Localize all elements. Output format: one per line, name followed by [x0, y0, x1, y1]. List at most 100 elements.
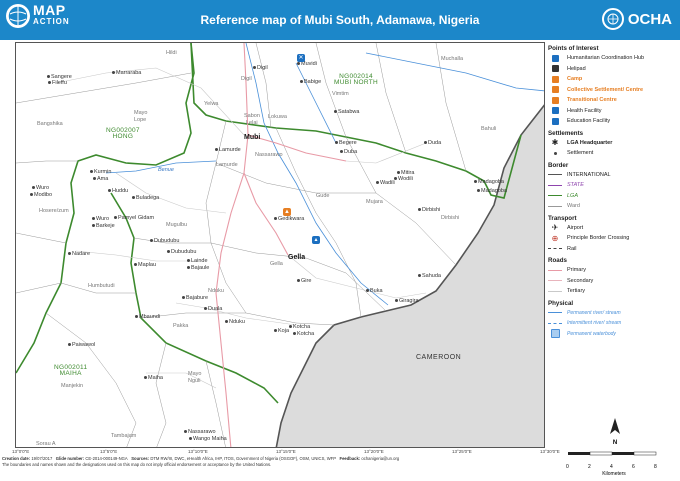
settlement-label[interactable]: Maiha — [148, 375, 163, 381]
settlement-label[interactable]: Duala — [208, 306, 222, 312]
settlement-label[interactable]: Satabwa — [338, 109, 359, 115]
settlement-label[interactable]: Mitira — [401, 170, 414, 176]
legend-airport: ✈ Airport — [548, 223, 678, 234]
footer-feedback-label: Feedback: — [339, 456, 361, 461]
settlement-label[interactable]: Manjekin — [61, 383, 83, 389]
settlement-label[interactable]: Dirbishi — [441, 215, 459, 221]
settlement-label[interactable]: Nassarawo — [188, 429, 216, 435]
longitude-tick: 13°10'0"E — [188, 449, 208, 454]
settlement-label[interactable]: Koja — [278, 328, 289, 334]
settlement-label[interactable]: Yelwa — [204, 101, 218, 107]
settlement-label[interactable]: Babige — [304, 79, 321, 85]
settlement-label[interactable]: Dubudubu — [171, 249, 196, 255]
settlement-label[interactable]: Wodili — [398, 176, 413, 182]
settlement-label[interactable]: Digil — [257, 65, 268, 71]
settlement-label[interactable]: Barkeje — [96, 223, 115, 229]
settlement-label[interactable]: Lamurde — [219, 147, 241, 153]
education-icon[interactable]: ▴ — [312, 236, 320, 244]
lga-hq-label[interactable]: Gella — [288, 254, 305, 261]
settlement-label[interactable]: Hosere/zum — [39, 208, 69, 214]
settlement-label[interactable]: Fileffu — [52, 80, 67, 86]
north-arrow: N — [608, 418, 622, 446]
settlement-label[interactable]: Marraraba — [116, 70, 141, 76]
settlement-label[interactable]: Lokuwa — [268, 114, 287, 120]
settlement-label[interactable]: Mugulbu — [166, 222, 187, 228]
settlement-label[interactable]: Gedikwara — [278, 216, 304, 222]
settlement-label[interactable]: Pamyel Gidam — [118, 215, 154, 221]
settlement-label[interactable]: Tambajam — [111, 433, 136, 439]
north-arrow-icon — [610, 418, 620, 434]
settlement-label[interactable]: Maplau — [138, 262, 156, 268]
settlement-label[interactable]: Duba — [344, 149, 357, 155]
settlement-label[interactable]: Nassarawo — [255, 152, 283, 158]
settlement-label[interactable]: Nduku — [208, 288, 224, 294]
settlement-dot — [297, 62, 300, 65]
legend-poi-list: Humanitarian Coordination Hub Helipad Camp… — [548, 53, 678, 127]
settlement-label[interactable]: Huddu — [112, 188, 128, 194]
legend-settlement: Settlement — [548, 148, 678, 159]
settlement-label[interactable]: Lelai — [246, 120, 258, 126]
legend-poi-title: Points of Interest — [548, 45, 599, 52]
settlement-label[interactable]: Dirbishi — [422, 207, 440, 213]
settlement-label[interactable]: Ama — [97, 176, 108, 182]
settlement-label[interactable]: Wadili — [380, 180, 395, 186]
settlement-dot — [68, 252, 71, 255]
settlement-label[interactable]: Madagoba — [481, 188, 507, 194]
settlement-label[interactable]: Gude — [316, 193, 329, 199]
settlement-label[interactable]: Buladega — [136, 195, 159, 201]
settlement-dot — [293, 332, 296, 335]
settlement-label[interactable]: Pakka — [173, 323, 188, 329]
camp-icon[interactable]: ▲ — [283, 208, 291, 216]
settlement-label[interactable]: Lamurde — [216, 162, 238, 168]
settlement-label[interactable]: Wango Maiha — [193, 436, 227, 442]
settlement-label[interactable]: Giragira — [399, 298, 419, 304]
settlement-label[interactable]: Lainde — [191, 258, 208, 264]
settlement-label[interactable]: Nadare — [72, 251, 90, 257]
settlement-label[interactable]: Bajabure — [186, 295, 208, 301]
footer-feedback-email[interactable]: ochanigeria@un.org — [361, 456, 399, 461]
settlement-label[interactable]: Sabon — [244, 113, 260, 119]
map-frame[interactable]: Muvidi Digil Digil Babige Marraraba Sangere Fi… — [15, 42, 545, 448]
settlement-dot — [225, 320, 228, 323]
settlement-label[interactable]: Hildi — [166, 50, 177, 56]
settlement-label[interactable]: Madagoba — [478, 179, 504, 185]
settlement-label[interactable]: Dubudubu — [154, 238, 179, 244]
settlement-label[interactable]: Kurmin — [94, 169, 111, 175]
settlement-label[interactable]: Sahuda — [422, 273, 441, 279]
footer-creation-date: 19/07/2017 — [31, 456, 53, 461]
settlement-label[interactable]: Duda — [428, 140, 441, 146]
legend-poi-row: Camp — [548, 74, 678, 85]
settlement-label[interactable]: Digil — [241, 76, 252, 82]
settlement-label[interactable]: Humbutudi — [88, 283, 115, 289]
settlement-label[interactable]: Lope — [134, 117, 146, 123]
settlement-label[interactable]: Buka — [370, 288, 383, 294]
settlement-label[interactable]: Muchalla — [441, 56, 463, 62]
legend-border-crossing: ⊕ Principle Border Crossing — [548, 233, 678, 244]
legend-primary: Primary — [548, 265, 678, 276]
settlement-label[interactable]: Kotcha — [293, 324, 310, 330]
hub-icon[interactable]: ✕ — [297, 54, 305, 62]
settlement-label[interactable]: Mujara — [366, 199, 383, 205]
settlement-label[interactable]: Sorau A — [36, 441, 56, 447]
settlement-label[interactable]: Wuro — [96, 216, 109, 222]
settlement-label[interactable]: Bahuli — [481, 126, 496, 132]
settlement-label[interactable]: Modibo — [34, 192, 52, 198]
settlement-label[interactable]: Kotcha — [297, 331, 314, 337]
settlement-label[interactable]: Mayo — [134, 110, 147, 116]
settlement-label[interactable]: Paiwawol — [72, 342, 95, 348]
latitude-tick: 10°15'0"N — [0, 154, 1, 174]
settlement-label[interactable]: Bangshika — [37, 121, 63, 127]
settlement-label[interactable]: Nguli — [188, 378, 201, 384]
settlement-label[interactable]: Gire — [301, 278, 311, 284]
settlement-label[interactable]: Nduku — [229, 319, 245, 325]
settlement-label[interactable]: Gella — [270, 261, 283, 267]
lga-hq-label[interactable]: Mubi — [244, 134, 260, 141]
settlement-label[interactable]: Wuro — [36, 185, 49, 191]
settlement-label[interactable]: Mbaundi — [139, 314, 160, 320]
settlement-label[interactable]: Begere — [339, 140, 357, 146]
settlement-label[interactable]: Bajaule — [191, 265, 209, 271]
settlement-dot — [397, 171, 400, 174]
settlement-label[interactable]: Vimtim — [332, 91, 349, 97]
collective-icon — [551, 86, 559, 94]
settlement-label[interactable]: Mayo — [188, 371, 201, 377]
